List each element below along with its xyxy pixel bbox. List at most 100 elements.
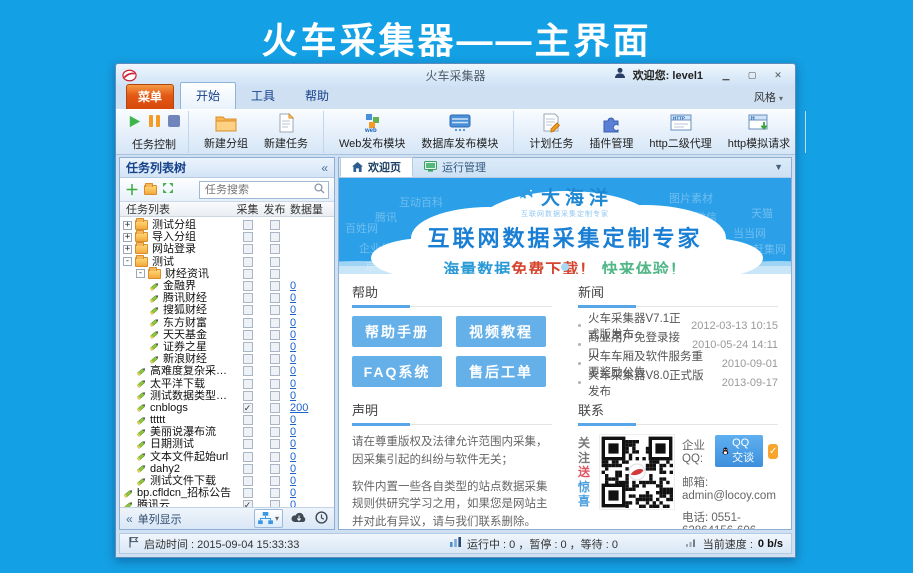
- single-column-label[interactable]: 单列显示: [138, 511, 182, 527]
- tree-row[interactable]: 东方财富0: [120, 317, 334, 329]
- publish-checkbox[interactable]: [270, 281, 280, 291]
- tree-row[interactable]: 测试数据类型转换0: [120, 390, 334, 402]
- tree-toggle-icon[interactable]: +: [123, 221, 132, 230]
- data-amount-link[interactable]: 0: [290, 280, 296, 292]
- news-item[interactable]: 火车采集器V8.0正式版发布2013-09-17: [578, 373, 778, 392]
- tree-row[interactable]: 日期测试0: [120, 438, 334, 450]
- publish-checkbox[interactable]: [270, 427, 280, 437]
- data-amount-link[interactable]: 0: [290, 292, 296, 304]
- tree-view-button[interactable]: ▾: [254, 509, 283, 528]
- publish-checkbox[interactable]: [270, 391, 280, 401]
- tree-toggle-icon[interactable]: +: [123, 245, 132, 254]
- collect-checkbox[interactable]: [243, 281, 253, 291]
- publish-checkbox[interactable]: [270, 220, 280, 230]
- carousel-dot[interactable]: [561, 263, 569, 271]
- collect-checkbox[interactable]: [243, 269, 253, 279]
- publish-checkbox[interactable]: [270, 257, 280, 267]
- data-amount-link[interactable]: 0: [290, 426, 296, 438]
- publish-checkbox[interactable]: [270, 293, 280, 303]
- collect-checkbox[interactable]: [243, 403, 253, 413]
- tab-start[interactable]: 开始: [180, 82, 236, 109]
- collect-checkbox[interactable]: [243, 305, 253, 315]
- collect-checkbox[interactable]: [243, 330, 253, 340]
- data-amount-link[interactable]: 0: [290, 414, 296, 426]
- db-publish-module-button[interactable]: 数据库发布模块: [413, 112, 506, 152]
- tree-row[interactable]: +网站登录: [120, 243, 334, 255]
- tree-row[interactable]: 腾讯财经0: [120, 292, 334, 304]
- task-search-input[interactable]: [205, 184, 314, 196]
- tree-row[interactable]: +测试分组: [120, 219, 334, 231]
- tree-row[interactable]: ttttt0: [120, 414, 334, 426]
- data-amount-link[interactable]: 0: [290, 353, 296, 365]
- tree-row[interactable]: 腾讯云0: [120, 499, 334, 507]
- collect-checkbox[interactable]: [243, 427, 253, 437]
- tree-toggle-icon[interactable]: -: [136, 269, 145, 278]
- publish-checkbox[interactable]: [270, 244, 280, 254]
- tab-welcome-page[interactable]: 欢迎页: [340, 157, 413, 177]
- data-amount-link[interactable]: 0: [290, 378, 296, 390]
- style-dropdown[interactable]: 风格 ▾: [754, 89, 783, 105]
- data-amount-link[interactable]: 0: [290, 341, 296, 353]
- collect-checkbox[interactable]: [243, 366, 253, 376]
- tree-row[interactable]: 测试文件下载0: [120, 475, 334, 487]
- tree-column-header[interactable]: 任务列表 采集 发布 数据量: [120, 202, 334, 217]
- maximize-button[interactable]: ▢: [741, 68, 763, 82]
- collect-checkbox[interactable]: [243, 452, 253, 462]
- tree-row[interactable]: 搜狐财经0: [120, 304, 334, 316]
- minimize-button[interactable]: ▁: [715, 68, 737, 82]
- tree-row[interactable]: 美丽说瀑布流0: [120, 426, 334, 438]
- faq-button[interactable]: FAQ系统: [352, 356, 442, 387]
- publish-checkbox[interactable]: [270, 318, 280, 328]
- help-manual-button[interactable]: 帮助手册: [352, 316, 442, 347]
- support-ticket-button[interactable]: 售后工单: [456, 356, 546, 387]
- menu-tab[interactable]: 菜单: [126, 84, 174, 109]
- tree-row[interactable]: 证券之星0: [120, 341, 334, 353]
- collect-checkbox[interactable]: [243, 476, 253, 486]
- collect-checkbox[interactable]: [243, 464, 253, 474]
- collect-checkbox[interactable]: [243, 354, 253, 364]
- tab-tools[interactable]: 工具: [236, 83, 290, 109]
- tree-row[interactable]: dahy20: [120, 463, 334, 475]
- publish-checkbox[interactable]: [270, 330, 280, 340]
- collect-checkbox[interactable]: [243, 488, 253, 498]
- publish-checkbox[interactable]: [270, 500, 280, 507]
- collect-checkbox[interactable]: [243, 257, 253, 267]
- stop-button[interactable]: [167, 114, 181, 133]
- collect-checkbox[interactable]: [243, 379, 253, 389]
- publish-checkbox[interactable]: [270, 488, 280, 498]
- tree-row[interactable]: +导入分组: [120, 231, 334, 243]
- tree-row[interactable]: 金融界0: [120, 280, 334, 292]
- collect-checkbox[interactable]: [243, 293, 253, 303]
- collect-checkbox[interactable]: [243, 391, 253, 401]
- collect-checkbox[interactable]: [243, 318, 253, 328]
- new-task-button[interactable]: 新建任务: [256, 112, 316, 152]
- data-amount-link[interactable]: 0: [290, 438, 296, 450]
- tree-row[interactable]: -测试: [120, 256, 334, 268]
- collect-checkbox[interactable]: [243, 439, 253, 449]
- tree-row[interactable]: 新浪财经0: [120, 353, 334, 365]
- tree-toggle-icon[interactable]: -: [123, 257, 132, 266]
- publish-checkbox[interactable]: [270, 439, 280, 449]
- data-amount-link[interactable]: 0: [290, 475, 296, 487]
- data-amount-link[interactable]: 0: [290, 499, 296, 507]
- play-button[interactable]: [127, 114, 142, 134]
- publish-checkbox[interactable]: [270, 403, 280, 413]
- publish-checkbox[interactable]: [270, 476, 280, 486]
- publish-checkbox[interactable]: [270, 415, 280, 425]
- video-tutorial-button[interactable]: 视频教程: [456, 316, 546, 347]
- data-amount-link[interactable]: 0: [290, 329, 296, 341]
- tree-row[interactable]: -财经资讯: [120, 268, 334, 280]
- publish-checkbox[interactable]: [270, 379, 280, 389]
- collect-checkbox[interactable]: [243, 232, 253, 242]
- data-amount-link[interactable]: 0: [290, 451, 296, 463]
- http-request-button[interactable]: H http模拟请求: [720, 112, 798, 152]
- pause-button[interactable]: [148, 114, 161, 133]
- publish-checkbox[interactable]: [270, 464, 280, 474]
- tree-row[interactable]: cnblogs200: [120, 402, 334, 414]
- search-icon[interactable]: [314, 181, 325, 199]
- data-amount-link[interactable]: 0: [290, 365, 296, 377]
- publish-checkbox[interactable]: [270, 452, 280, 462]
- web-publish-module-button[interactable]: web Web发布模块: [331, 112, 413, 152]
- collapse-panel-icon[interactable]: «: [321, 161, 328, 175]
- cloud-download-icon[interactable]: [291, 511, 307, 526]
